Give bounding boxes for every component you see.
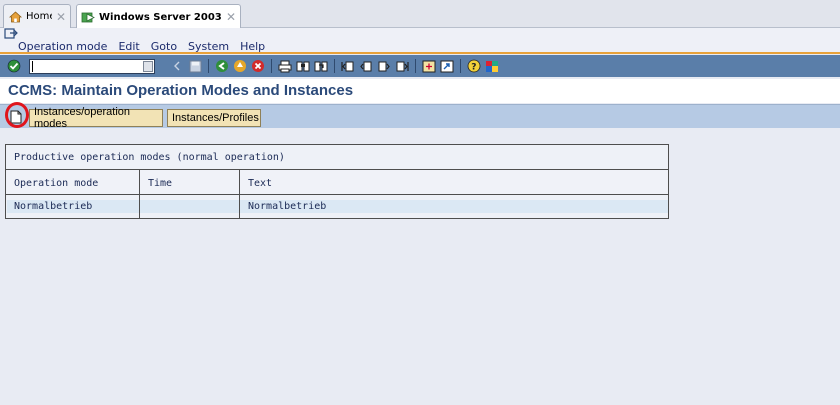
title-bar: CCMS: Maintain Operation Modes and Insta… [0, 79, 840, 103]
previous-page-icon[interactable] [358, 58, 374, 74]
save-icon[interactable] [187, 58, 203, 74]
table-row[interactable]: Normalbetrieb Normalbetrieb [6, 195, 668, 218]
column-header-text[interactable]: Text [239, 170, 668, 194]
shortcut-icon[interactable] [439, 58, 455, 74]
toolbar-separator [271, 59, 272, 73]
back-icon[interactable] [214, 58, 230, 74]
command-history-dropdown[interactable] [143, 60, 153, 72]
instances-profiles-button[interactable]: Instances/Profiles [167, 109, 261, 127]
menu-edit[interactable]: Edit [118, 40, 139, 53]
exit-icon[interactable] [232, 58, 248, 74]
menu-bar: Operation mode Edit Goto System Help [0, 28, 840, 54]
new-document-icon[interactable] [7, 108, 25, 126]
next-page-icon[interactable] [376, 58, 392, 74]
back-arrow-icon[interactable] [169, 58, 185, 74]
text-caret [32, 60, 33, 72]
tab-label: Windows Server 2003 Ent... [99, 11, 222, 23]
toolbar-separator [460, 59, 461, 73]
cell-operation-mode[interactable]: Normalbetrieb [6, 195, 139, 218]
svg-text:?: ? [471, 63, 476, 73]
exit-menu-icon[interactable] [4, 28, 18, 40]
find-next-icon[interactable] [313, 58, 329, 74]
column-header-operation-mode[interactable]: Operation mode [6, 170, 139, 194]
enter-check-icon[interactable] [6, 58, 22, 74]
toolbar-separator [334, 59, 335, 73]
tab-sap-session[interactable]: Windows Server 2003 Ent... ✕ [76, 4, 241, 29]
sap-gui-icon [81, 10, 95, 24]
application-toolbar: Instances/operation modes Instances/Prof… [0, 104, 840, 130]
operation-modes-table: Productive operation modes (normal opera… [5, 144, 669, 219]
print-icon[interactable] [277, 58, 293, 74]
create-session-icon[interactable] [421, 58, 437, 74]
close-icon[interactable]: ✕ [226, 10, 236, 24]
toolbar-separator [208, 59, 209, 73]
table-caption: Productive operation modes (normal opera… [6, 145, 668, 170]
menu-operation-mode[interactable]: Operation mode [18, 40, 107, 53]
menu-goto[interactable]: Goto [151, 40, 177, 53]
toolbar-separator [415, 59, 416, 73]
tab-label: Home [26, 11, 52, 22]
customize-layout-icon[interactable] [484, 58, 500, 74]
first-page-icon[interactable] [340, 58, 356, 74]
instances-operation-modes-button[interactable]: Instances/operation modes [29, 106, 163, 130]
tab-bar: Home ✕ Windows Server 2003 Ent... ✕ [0, 0, 840, 29]
cell-time[interactable] [139, 195, 239, 218]
table-header: Operation mode Time Text [6, 170, 668, 195]
find-icon[interactable] [295, 58, 311, 74]
home-icon [8, 10, 22, 24]
menu-help[interactable]: Help [240, 40, 265, 53]
menu-system[interactable]: System [188, 40, 229, 53]
cell-text[interactable]: Normalbetrieb [239, 195, 668, 218]
help-icon[interactable]: ? [466, 58, 482, 74]
cancel-icon[interactable] [250, 58, 266, 74]
column-header-time[interactable]: Time [139, 170, 239, 194]
command-field[interactable] [29, 58, 155, 74]
tab-home[interactable]: Home ✕ [3, 4, 71, 28]
system-toolbar: ? [0, 55, 840, 77]
page-title: CCMS: Maintain Operation Modes and Insta… [8, 82, 354, 99]
last-page-icon[interactable] [394, 58, 410, 74]
close-icon[interactable]: ✕ [56, 10, 66, 24]
